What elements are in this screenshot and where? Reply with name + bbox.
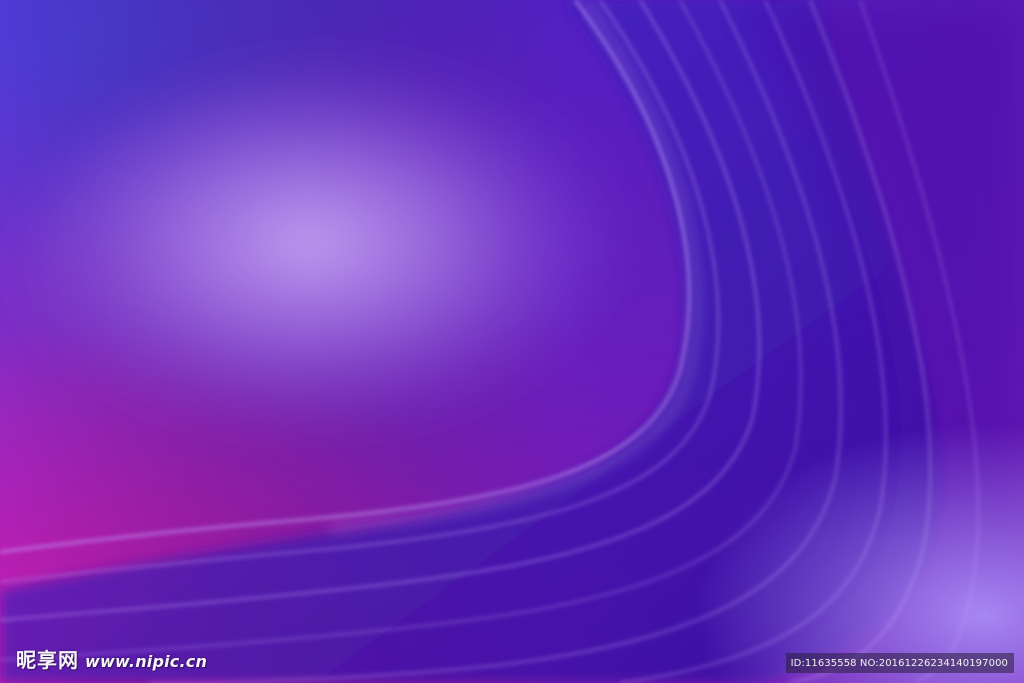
- background-image: 昵享网 www.nipic.cn ID:11635558 NO:20161226…: [0, 0, 1024, 683]
- watermark-brand: 昵享网: [16, 648, 79, 672]
- nipic-watermark: 昵享网 www.nipic.cn: [16, 644, 207, 673]
- gradient-artwork: [0, 0, 1024, 683]
- image-id-label: ID:11635558 NO:20161226234140197000: [786, 653, 1014, 673]
- watermark-site: www.nipic.cn: [85, 652, 208, 671]
